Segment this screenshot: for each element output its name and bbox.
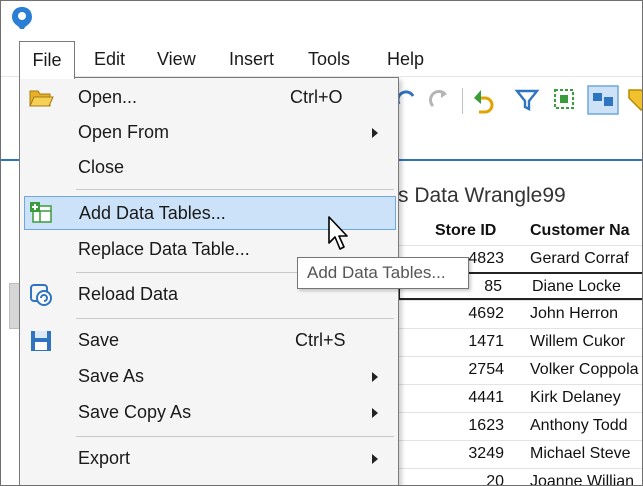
- menu-item-label: Open...: [78, 87, 138, 107]
- table-row[interactable]: 3249 Michael Steve: [398, 440, 642, 468]
- table-row[interactable]: 1471 Willem Cukor: [398, 328, 642, 356]
- cell-customer-name: Gerard Corraf: [530, 250, 629, 267]
- menu-tools[interactable]: Tools: [308, 41, 350, 77]
- menu-item-label: Save Copy As: [78, 402, 192, 422]
- menu-separator: [76, 318, 394, 319]
- menu-item-shortcut: Ctrl+S: [295, 330, 346, 350]
- cell-store-id: 3249: [468, 445, 504, 462]
- table-row[interactable]: 20 Joanne Willian: [398, 468, 642, 486]
- cell-customer-name: Willem Cukor: [530, 333, 626, 350]
- menu-item-open[interactable]: Open... Ctrl+O: [20, 81, 398, 115]
- menu-item-label: Open From: [78, 122, 170, 142]
- cell-store-id: 1623: [468, 417, 504, 434]
- details-panel-icon[interactable]: [587, 85, 619, 115]
- add-table-icon: [30, 202, 52, 223]
- column-header-store-id[interactable]: Store ID: [435, 222, 496, 240]
- menu-insert[interactable]: Insert: [229, 41, 274, 77]
- tooltip-text: Add Data Tables...: [307, 263, 446, 282]
- menu-item-save-as[interactable]: Save As: [20, 360, 398, 394]
- table-header: Store ID Customer Na: [398, 219, 642, 245]
- menu-item-label: Close: [78, 157, 125, 177]
- title-bar: [1, 1, 642, 41]
- menu-help[interactable]: Help: [387, 41, 424, 77]
- filter-icon[interactable]: [513, 86, 541, 114]
- menu-file[interactable]: File: [19, 41, 75, 79]
- menu-item-label: Save: [78, 330, 120, 350]
- menu-view[interactable]: View: [157, 41, 196, 77]
- undo-icon[interactable]: [425, 86, 453, 114]
- app-window: File Edit View Insert Tools Help s Data …: [0, 0, 643, 486]
- menu-item-label: Export: [78, 448, 131, 468]
- menu-item-label: Replace Data Table...: [78, 239, 250, 259]
- menu-edit[interactable]: Edit: [94, 41, 125, 77]
- menu-item-shortcut: Ctrl+O: [290, 87, 343, 107]
- menu-item-label: Reload Data: [78, 284, 179, 304]
- cell-customer-name: John Herron: [530, 305, 619, 322]
- reload-data-icon: [30, 284, 52, 306]
- submenu-arrow-icon: [372, 128, 378, 138]
- table-title: s Data Wrangle99: [398, 184, 566, 207]
- table-row[interactable]: 4441 Kirk Delaney: [398, 384, 642, 412]
- submenu-arrow-icon: [372, 372, 378, 382]
- cell-store-id: 85: [484, 278, 502, 295]
- cell-store-id: 20: [486, 473, 504, 486]
- cell-customer-name: Michael Steve: [530, 445, 631, 462]
- undo-arrow-icon[interactable]: [471, 86, 499, 114]
- submenu-arrow-icon: [372, 408, 378, 418]
- cell-customer-name: Diane Locke: [532, 278, 621, 295]
- open-folder-icon: [29, 90, 54, 107]
- submenu-arrow-icon: [372, 454, 378, 464]
- toolbar-separator: [462, 88, 463, 114]
- tooltip: Add Data Tables...: [297, 257, 469, 289]
- cell-store-id: 4692: [468, 305, 504, 322]
- table-row[interactable]: 4692 John Herron: [398, 300, 642, 328]
- cell-store-id: 2754: [468, 361, 504, 378]
- cell-customer-name: Joanne Willian: [530, 473, 635, 486]
- cell-customer-name: Kirk Delaney: [530, 389, 621, 406]
- menu-item-close[interactable]: Close: [20, 151, 398, 185]
- table-row[interactable]: 1623 Anthony Todd: [398, 412, 642, 440]
- table-row[interactable]: 2754 Volker Coppola: [398, 356, 642, 384]
- menu-item-label: Save As: [78, 366, 145, 386]
- menu-item-save[interactable]: Save Ctrl+S: [20, 324, 398, 358]
- menu-item-open-from[interactable]: Open From: [20, 116, 398, 150]
- column-header-customer-name[interactable]: Customer Na: [530, 222, 630, 240]
- menu-separator: [76, 189, 394, 190]
- menu-separator: [76, 436, 394, 437]
- cell-customer-name: Volker Coppola: [530, 361, 639, 378]
- app-logo-icon: [12, 7, 32, 29]
- save-disk-icon: [31, 331, 51, 351]
- mouse-pointer-icon: [328, 216, 348, 250]
- menu-item-export[interactable]: Export: [20, 442, 398, 476]
- marking-icon[interactable]: [551, 86, 579, 114]
- cell-customer-name: Anthony Todd: [530, 417, 628, 434]
- cell-store-id: 4441: [468, 389, 504, 406]
- menu-item-save-copy-as[interactable]: Save Copy As: [20, 396, 398, 430]
- menu-item-label: Add Data Tables...: [79, 203, 226, 223]
- menu-bar: File Edit View Insert Tools Help: [1, 41, 642, 79]
- tag-icon[interactable]: [625, 86, 643, 114]
- cell-store-id: 1471: [468, 333, 504, 350]
- cell-store-id: 4823: [468, 250, 504, 267]
